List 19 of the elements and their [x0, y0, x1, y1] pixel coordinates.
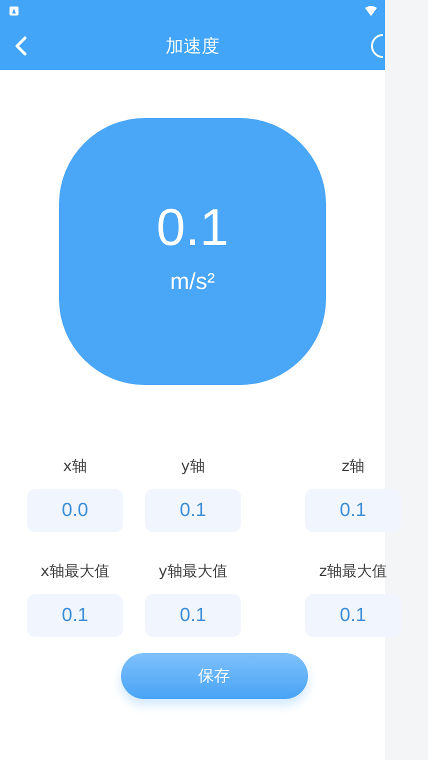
value-field[interactable]: 0.1 — [145, 489, 241, 532]
field-label: z轴最大值 — [319, 562, 387, 582]
value-field[interactable]: 0.0 — [27, 489, 123, 532]
value-field[interactable]: 0.1 — [305, 594, 401, 637]
reading-unit: m/s² — [170, 268, 215, 295]
wifi-icon — [365, 6, 377, 16]
notification-icon — [9, 6, 19, 16]
back-button[interactable] — [14, 36, 28, 56]
field-label: x轴最大值 — [40, 562, 110, 582]
save-button[interactable]: 保存 — [120, 653, 308, 699]
field-label: y轴最大值 — [158, 562, 228, 582]
value-field[interactable]: 0.1 — [27, 594, 123, 637]
page-title: 加速度 — [164, 35, 220, 58]
field-label: y轴 — [181, 457, 205, 477]
value-field[interactable]: 0.1 — [145, 594, 241, 637]
value-field[interactable]: 0.1 — [305, 489, 401, 532]
field-label: x轴 — [63, 457, 87, 477]
reading-value: 0.1 — [156, 202, 229, 254]
field-label: z轴 — [342, 457, 364, 477]
